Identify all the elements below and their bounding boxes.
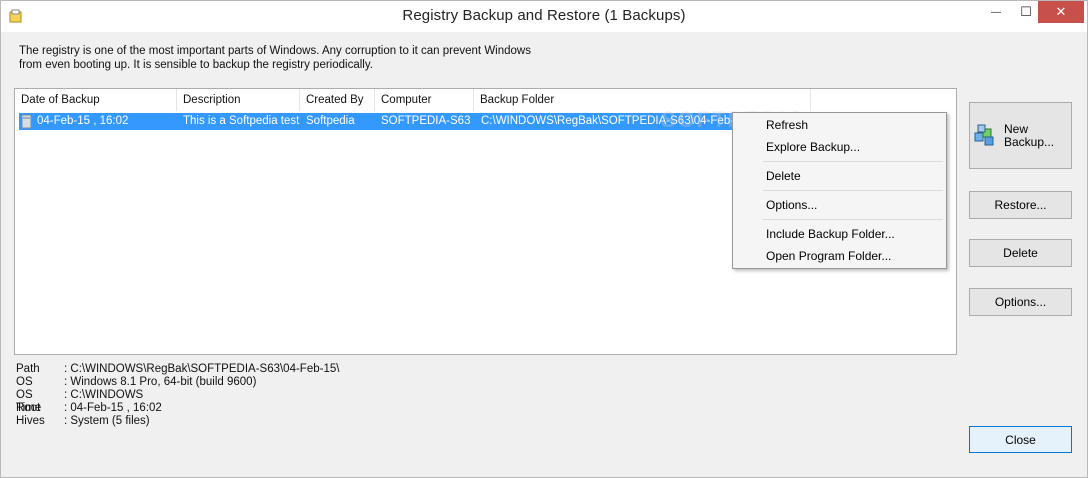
delete-button[interactable]: Delete (969, 239, 1072, 267)
list-header: Date of Backup Description Created By Co… (15, 89, 956, 111)
menu-separator (763, 219, 943, 220)
detail-key: Time (16, 402, 42, 414)
maximize-button[interactable]: ☐ (1011, 1, 1041, 23)
column-header-backup-folder[interactable]: Backup Folder (474, 89, 811, 111)
close-icon: ✕ (1055, 4, 1067, 19)
menu-separator (763, 161, 943, 162)
menu-item-open-program-folder[interactable]: Open Program Folder... (766, 246, 891, 266)
column-header-date[interactable]: Date of Backup (15, 89, 177, 111)
cell-date: 04-Feb-15 , 16:02 (37, 115, 129, 127)
close-window-button[interactable]: ✕ (1038, 1, 1084, 23)
new-backup-label: New Backup... (1004, 123, 1054, 149)
menu-separator (763, 190, 943, 191)
cell-backup-folder: C:\WINDOWS\RegBak\SOFTPEDIA-S63\04-Feb-1… (481, 115, 739, 127)
window-title: Registry Backup and Restore (1 Backups) (402, 7, 686, 24)
restore-button[interactable]: Restore... (969, 191, 1072, 219)
column-header-computer[interactable]: Computer (375, 89, 474, 111)
minimize-icon: — (991, 6, 1001, 18)
column-header-description[interactable]: Description (177, 89, 300, 111)
cell-description: This is a Softpedia test (183, 115, 300, 127)
backup-icon (21, 114, 32, 129)
minimize-button[interactable]: — (981, 1, 1011, 23)
cell-computer: SOFTPEDIA-S63 (381, 115, 471, 127)
column-header-created-by[interactable]: Created By (300, 89, 375, 111)
table-row[interactable]: 04-Feb-15 , 16:02 This is a Softpedia te… (19, 113, 741, 130)
new-backup-button[interactable]: New Backup... (969, 102, 1072, 169)
detail-key: Path (16, 363, 40, 375)
context-menu: Refresh Explore Backup... Delete Options… (732, 112, 947, 269)
maximize-icon: ☐ (1020, 4, 1032, 19)
registry-cubes-icon (974, 124, 994, 146)
detail-key: Hives (16, 415, 45, 427)
menu-item-options[interactable]: Options... (766, 195, 817, 215)
detail-value: : Windows 8.1 Pro, 64-bit (build 9600) (64, 376, 257, 388)
intro-line-2: from even booting up. It is sensible to … (19, 59, 373, 71)
intro-line-1: The registry is one of the most importan… (19, 45, 531, 57)
title-bar[interactable]: Registry Backup and Restore (1 Backups) … (1, 1, 1087, 32)
detail-value: : System (5 files) (64, 415, 150, 427)
menu-item-include-backup-folder[interactable]: Include Backup Folder... (766, 224, 895, 244)
close-button[interactable]: Close (969, 426, 1072, 453)
intro-text: The registry is one of the most importan… (19, 44, 559, 72)
detail-value: : C:\WINDOWS\RegBak\SOFTPEDIA-S63\04-Feb… (64, 363, 340, 375)
registry-backup-window: Registry Backup and Restore (1 Backups) … (0, 0, 1088, 478)
cell-created-by: Softpedia (306, 115, 355, 127)
menu-item-delete[interactable]: Delete (766, 166, 801, 186)
detail-value: : C:\WINDOWS (64, 389, 144, 401)
detail-value: : 04-Feb-15 , 16:02 (64, 402, 162, 414)
detail-key: OS (16, 376, 33, 388)
options-button[interactable]: Options... (969, 288, 1072, 316)
menu-item-explore-backup[interactable]: Explore Backup... (766, 137, 860, 157)
new-backup-label-line-2: Backup... (1004, 135, 1055, 149)
menu-item-refresh[interactable]: Refresh (766, 115, 808, 135)
